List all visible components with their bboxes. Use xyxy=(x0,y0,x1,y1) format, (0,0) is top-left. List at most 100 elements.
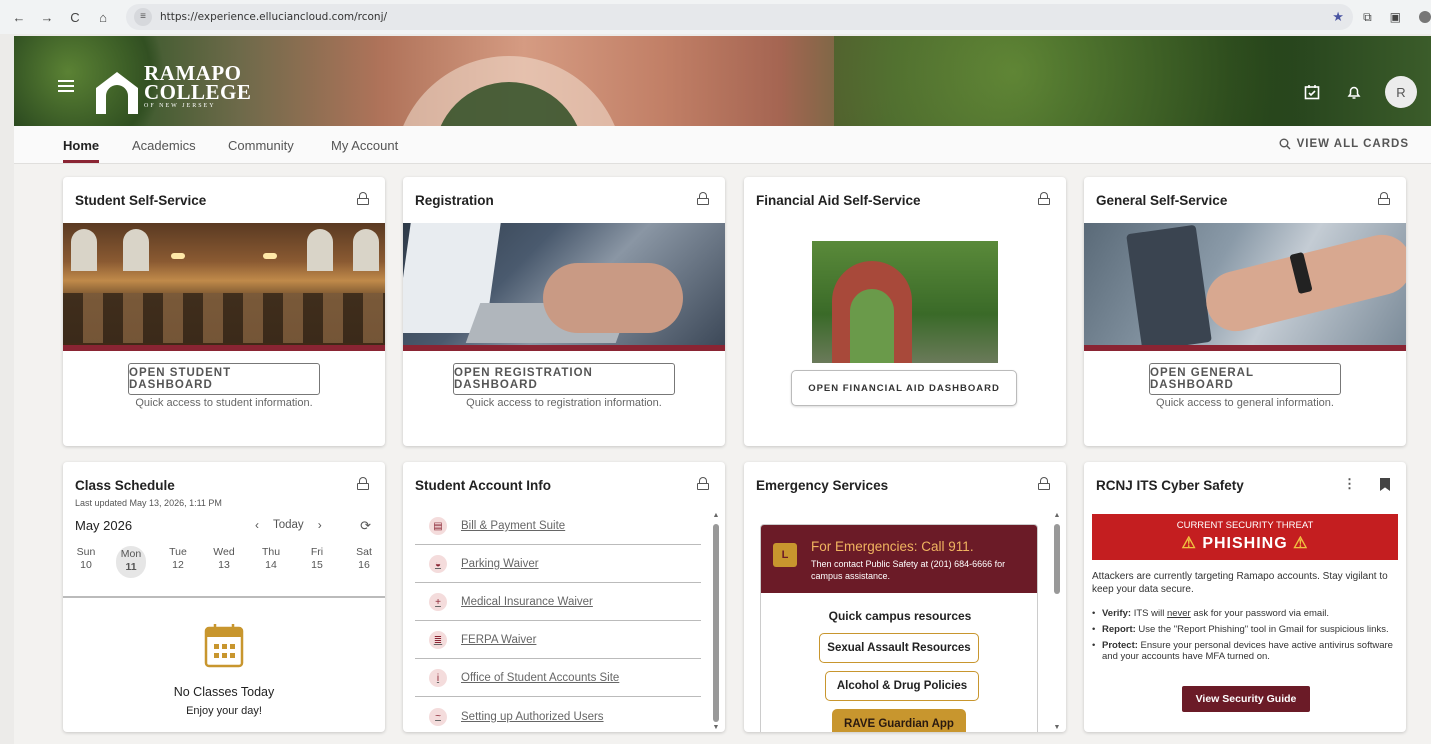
lock-icon xyxy=(697,477,709,490)
emergency-subtext: Then contact Public Safety at (201) 684-… xyxy=(811,559,1006,581)
tab-academics[interactable]: Academics xyxy=(132,138,196,153)
profile-icon[interactable] xyxy=(1419,11,1431,23)
signature-icon: ~ xyxy=(429,707,447,726)
schedule-month: May 2026 xyxy=(75,518,133,533)
scroll-thumb[interactable] xyxy=(1054,524,1060,594)
link-label: Bill & Payment Suite xyxy=(461,520,566,532)
notification-bell-icon[interactable] xyxy=(1343,81,1365,103)
day-fri[interactable]: Fri 15 xyxy=(302,546,332,572)
tip-protect: Protect: Ensure your personal devices ha… xyxy=(1092,640,1398,662)
scroll-down-icon[interactable]: ▼ xyxy=(1053,724,1061,732)
card-class-schedule: Class Schedule Last updated May 13, 2026… xyxy=(63,462,385,732)
scroll-up-icon[interactable]: ▲ xyxy=(1053,512,1061,520)
main-tabs: Home Academics Community My Account VIEW… xyxy=(14,126,1431,164)
threat-banner: CURRENT SECURITY THREAT ⚠ PHISHING ⚠ xyxy=(1092,514,1398,560)
day-number: 13 xyxy=(218,559,230,571)
link-parking-waiver[interactable]: ◒ Parking Waiver xyxy=(415,546,701,583)
tab-search-icon[interactable]: ▣ xyxy=(1390,10,1401,24)
menu-icon[interactable] xyxy=(58,80,74,92)
quick-resources-heading: Quick campus resources xyxy=(828,609,972,623)
sexual-assault-resources-button[interactable]: Sexual Assault Resources xyxy=(819,633,979,663)
chevron-left-icon[interactable]: ‹ xyxy=(255,518,259,532)
card-cyber-safety: RCNJ ITS Cyber Safety ⋮ CURRENT SECURITY… xyxy=(1084,462,1406,732)
card-title: Student Account Info xyxy=(415,478,551,493)
lock-icon xyxy=(697,192,709,205)
user-avatar[interactable]: R xyxy=(1385,76,1417,108)
scroll-thumb[interactable] xyxy=(713,524,719,722)
site-settings-icon[interactable]: ≡ xyxy=(134,8,152,26)
day-thu[interactable]: Thu 14 xyxy=(256,546,286,572)
link-medical-insurance-waiver[interactable]: + Medical Insurance Waiver xyxy=(415,584,701,621)
view-security-guide-button[interactable]: View Security Guide xyxy=(1182,686,1310,712)
tab-home[interactable]: Home xyxy=(63,138,100,163)
card-title: Registration xyxy=(415,193,494,208)
scroll-up-icon[interactable]: ▲ xyxy=(712,512,720,520)
link-label: Office of Student Accounts Site xyxy=(461,672,620,684)
open-general-dashboard-button[interactable]: OPEN GENERAL DASHBOARD xyxy=(1149,363,1341,395)
scroll-down-icon[interactable]: ▼ xyxy=(712,724,720,732)
scrollbar[interactable]: ▲ ▼ xyxy=(712,512,720,732)
divider xyxy=(63,596,385,598)
more-options-icon[interactable]: ⋮ xyxy=(1343,476,1356,492)
card-description: Quick access to registration information… xyxy=(466,397,662,409)
emergency-panel: L For Emergencies: Call 911. Then contac… xyxy=(760,524,1038,732)
calendar-check-icon[interactable] xyxy=(1301,81,1323,103)
bookmark-star-icon[interactable]: ★ xyxy=(1323,9,1353,25)
card-title: Student Self-Service xyxy=(75,193,207,208)
cyber-tips-list: Verify: ITS will never ask for your pass… xyxy=(1092,608,1398,667)
open-student-dashboard-button[interactable]: OPEN STUDENT DASHBOARD xyxy=(128,363,320,395)
tab-community[interactable]: Community xyxy=(228,138,294,153)
warning-icon: ⚠ xyxy=(1181,535,1197,552)
link-student-accounts-site[interactable]: i Office of Student Accounts Site xyxy=(415,660,701,697)
day-name: Fri xyxy=(310,546,324,558)
day-name: Wed xyxy=(213,546,235,558)
day-number: 10 xyxy=(80,559,92,571)
open-registration-dashboard-button[interactable]: OPEN REGISTRATION DASHBOARD xyxy=(453,363,675,395)
college-logo-icon xyxy=(96,72,138,114)
link-bill-payment[interactable]: ▤ Bill & Payment Suite xyxy=(415,508,701,545)
day-mon[interactable]: Mon 11 xyxy=(116,546,146,578)
view-all-label: VIEW ALL CARDS xyxy=(1296,138,1409,150)
day-number: 12 xyxy=(172,559,184,571)
link-ferpa-waiver[interactable]: ≣ FERPA Waiver xyxy=(415,622,701,659)
tip-text: Ensure your personal devices have active… xyxy=(1102,640,1393,662)
card-student-self-service: Student Self-Service OPEN STUDENT DASHBO… xyxy=(63,177,385,446)
reload-icon[interactable]: C xyxy=(68,10,82,25)
day-sat[interactable]: Sat 16 xyxy=(349,546,379,572)
open-financial-aid-dashboard-button[interactable]: OPEN FINANCIAL AID DASHBOARD xyxy=(791,370,1017,406)
card-student-account-info: Student Account Info ▤ Bill & Payment Sui… xyxy=(403,462,725,732)
day-sun[interactable]: Sun 10 xyxy=(71,546,101,572)
extensions-icon[interactable]: ⧉ xyxy=(1363,10,1372,25)
tab-my-account[interactable]: My Account xyxy=(331,138,398,153)
day-number: 11 xyxy=(125,561,137,573)
lock-icon xyxy=(357,192,369,205)
calendar-icon xyxy=(204,624,244,668)
day-wed[interactable]: Wed 13 xyxy=(209,546,239,572)
tip-report: Report: Use the "Report Phishing" tool i… xyxy=(1092,624,1398,635)
document-icon: ≣ xyxy=(429,631,447,649)
card-general-self-service: General Self-Service OPEN GENERAL DASHBO… xyxy=(1084,177,1406,446)
day-name: Sat xyxy=(356,546,372,558)
alcohol-drug-policies-button[interactable]: Alcohol & Drug Policies xyxy=(825,671,979,701)
experience-page: RAMAPO COLLEGE OF NEW JERSEY R Home Acad… xyxy=(14,36,1431,744)
scrollbar[interactable]: ▲ ▼ xyxy=(1053,512,1061,732)
day-number: 16 xyxy=(358,559,370,571)
last-updated: Last updated May 13, 2026, 1:11 PM xyxy=(75,498,222,508)
url-text[interactable]: https://experience.elluciancloud.com/rco… xyxy=(160,11,1323,23)
card-title: Financial Aid Self-Service xyxy=(756,193,921,208)
home-icon[interactable]: ⌂ xyxy=(96,10,110,25)
refresh-icon[interactable]: ⟳ xyxy=(360,518,371,534)
day-tue[interactable]: Tue 12 xyxy=(163,546,193,572)
view-all-cards-button[interactable]: VIEW ALL CARDS xyxy=(1279,138,1409,150)
link-label: FERPA Waiver xyxy=(461,634,537,646)
link-authorized-users[interactable]: ~ Setting up Authorized Users xyxy=(415,698,701,732)
logo-line2: COLLEGE xyxy=(144,80,252,104)
bookmark-icon[interactable] xyxy=(1380,478,1390,491)
today-button[interactable]: Today xyxy=(273,519,304,531)
rave-guardian-app-button[interactable]: RAVE Guardian App xyxy=(832,709,966,732)
forward-icon[interactable]: → xyxy=(40,10,54,25)
address-bar[interactable]: ≡ https://experience.elluciancloud.com/r… xyxy=(126,4,1354,30)
back-icon[interactable]: ← xyxy=(12,10,26,25)
chevron-right-icon[interactable]: › xyxy=(318,518,322,532)
emergency-heading: For Emergencies: Call 911. xyxy=(811,539,974,554)
